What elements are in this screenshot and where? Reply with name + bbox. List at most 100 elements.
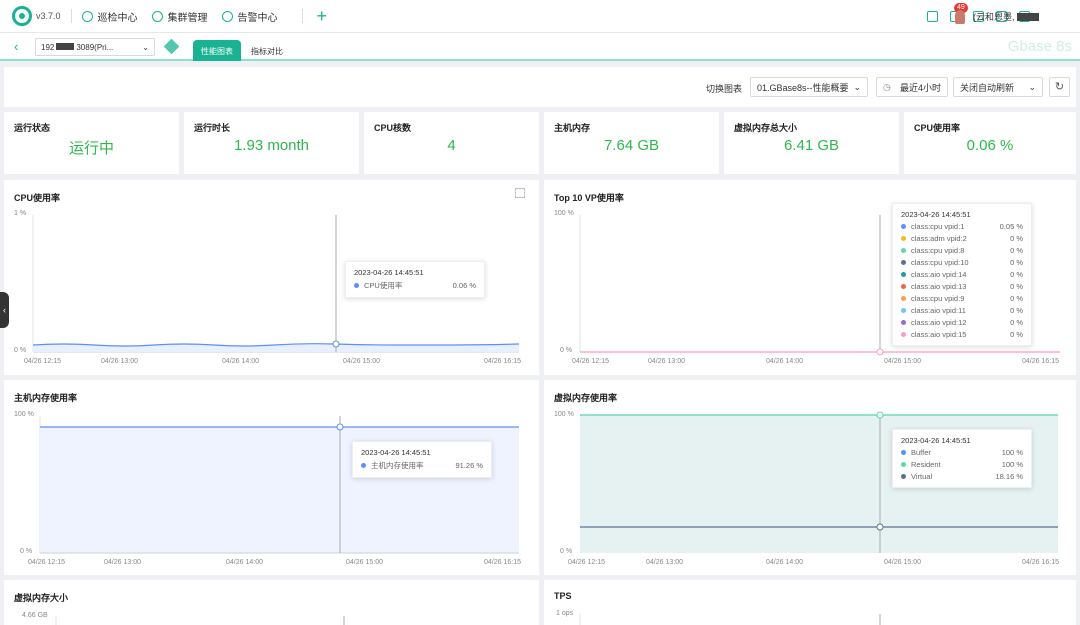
time-range-value: 最近4小时 (899, 82, 941, 93)
panel-host-memory-usage: 主机内存使用率 100 % 0 % 04/26 12:15 04/26 13:0… (4, 380, 539, 575)
x-tick: 04/26 12:15 (24, 358, 61, 365)
inspect-icon (81, 10, 93, 22)
back-arrow-icon[interactable]: ‹ (14, 39, 18, 54)
panel-virtual-memory-usage: 虚拟内存使用率 100 % 0 % 04/26 12:15 04/26 13:0… (544, 380, 1076, 575)
tooltip-row: class:adm vpid:2 0 % (901, 234, 1023, 243)
clock-icon: ◷ (883, 81, 891, 92)
virtual-memory-size-chart[interactable] (4, 580, 539, 625)
panel-top10-vp: Top 10 VP使用率 100 % 0 % 04/26 12:15 04/26… (544, 180, 1076, 375)
tooltip-row: CPU使用率 0.06 % (354, 280, 476, 291)
tooltip-series: Virtual (911, 472, 933, 481)
card-cpu-usage: CPU使用率 0.06 % (904, 112, 1076, 174)
nav-cluster-management[interactable]: 集群管理 (151, 9, 208, 24)
instance-select-value: 192 3089(Pri... (41, 42, 114, 52)
tooltip-series: Buffer (911, 448, 931, 457)
redacted-block (1016, 12, 1039, 21)
nav-label: 巡检中心 (97, 12, 138, 24)
document-icon[interactable] (927, 11, 938, 22)
tooltip-time: 2023-04-26 14:45:51 (361, 448, 431, 457)
chart-tooltip: 2023-04-26 14:45:51 Buffer 100 % Resident 1… (892, 429, 1032, 488)
x-tick: 04/26 15:00 (884, 559, 921, 566)
tooltip-series: class:aio vpid:13 (911, 282, 967, 291)
nav-alarm-center[interactable]: 告警中心 (221, 9, 278, 24)
card-cpu-cores: CPU核数 4 (364, 112, 539, 174)
series-dot (354, 283, 359, 288)
avatar (955, 9, 965, 24)
collapse-sidebar-icon[interactable]: ‹ (0, 292, 9, 328)
tooltip-value: 0 % (1010, 306, 1023, 315)
tooltip-time: 2023-04-26 14:45:51 (354, 268, 424, 277)
x-tick: 04/26 12:15 (28, 559, 65, 566)
x-tick: 04/26 16:15 (484, 358, 521, 365)
tooltip-series: class:aio vpid:11 (911, 306, 966, 315)
nav-inspection-center[interactable]: 巡检中心 (81, 9, 138, 24)
refresh-icon[interactable]: ↻ (1049, 77, 1070, 97)
x-tick: 04/26 13:00 (101, 358, 138, 365)
instance-bar: ‹ 192 3089(Pri... ⌄ 性能图表 指标对比 Gbase 8s (0, 33, 1080, 61)
x-tick: 04/26 16:15 (1022, 559, 1059, 566)
tps-chart[interactable] (544, 580, 1076, 625)
series-dot (901, 284, 906, 289)
chevron-down-icon: ⌄ (853, 81, 861, 92)
tooltip-value: 91.26 % (455, 461, 483, 470)
tooltip-series: class:cpu vpid:8 (911, 246, 965, 255)
nav-label: 集群管理 (167, 12, 208, 24)
series-dot (901, 462, 906, 467)
tab-metric-compare[interactable]: 指标对比 (243, 40, 291, 61)
divider (70, 9, 72, 23)
series-dot (901, 450, 906, 455)
tooltip-value: 0.05 % (999, 222, 1023, 231)
tooltip-value: 100 % (1001, 460, 1023, 469)
chart-toolbar: 切换图表 01.GBase8s--性能概要 ⌄ ◷ 最近4小时 关闭自动刷新 ⌄… (4, 67, 1076, 107)
card-host-memory: 主机内存 7.64 GB (544, 112, 719, 174)
tooltip-row: class:cpu vpid:1 0.05 % (901, 222, 1023, 231)
series-dot (901, 236, 906, 241)
time-range-button[interactable]: ◷ 最近4小时 (876, 77, 948, 97)
nav-label: 告警中心 (237, 12, 278, 24)
tooltip-series: class:adm vpid:2 (911, 234, 967, 243)
series-dot (901, 332, 906, 337)
app-logo[interactable]: v3.7.0 (12, 6, 61, 26)
tooltip-value: 0 % (1010, 246, 1023, 255)
tab-performance-charts[interactable]: 性能图表 (193, 40, 241, 61)
tooltip-value: 0.06 % (452, 281, 476, 290)
x-tick: 04/26 14:00 (766, 559, 803, 566)
series-dot (901, 260, 906, 265)
card-value: 0.06 % (966, 137, 1014, 154)
chevron-down-icon: ⌄ (142, 42, 149, 52)
tooltip-row: Virtual 18.16 % (901, 472, 1023, 481)
x-tick: 04/26 14:00 (222, 358, 259, 365)
card-value: 6.41 GB (783, 137, 840, 154)
tooltip-row: class:cpu vpid:9 0 % (901, 294, 1023, 303)
tooltip-value: 0 % (1010, 270, 1023, 279)
card-label: 运行时长 (194, 123, 231, 133)
topology-icon[interactable] (163, 38, 180, 55)
series-dot (901, 248, 906, 253)
tooltip-series: class:aio vpid:14 (911, 270, 967, 279)
x-tick: 04/26 14:00 (766, 358, 803, 365)
tooltip-value: 0 % (1010, 330, 1023, 339)
x-tick: 04/26 16:15 (1022, 358, 1059, 365)
add-icon[interactable]: + (317, 7, 328, 25)
user-menu[interactable]: (云和恩墨, (955, 0, 1039, 33)
tooltip-value: 0 % (1010, 294, 1023, 303)
card-value: 运行中 (68, 140, 114, 157)
chart-select[interactable]: 01.GBase8s--性能概要 ⌄ (750, 77, 868, 97)
series-dot (901, 272, 906, 277)
instance-select[interactable]: 192 3089(Pri... ⌄ (35, 38, 155, 56)
auto-refresh-select[interactable]: 关闭自动刷新 ⌄ (953, 77, 1043, 97)
logo-ring-icon (12, 6, 32, 26)
tooltip-time: 2023-04-26 14:45:51 (901, 436, 971, 445)
divider (301, 9, 303, 23)
tooltip-row: class:cpu vpid:8 0 % (901, 246, 1023, 255)
series-dot (901, 474, 906, 479)
x-tick: 04/26 15:00 (343, 358, 380, 365)
cluster-icon (151, 10, 163, 22)
tooltip-row: 主机内存使用率 91.26 % (361, 460, 483, 471)
app-version: v3.7.0 (36, 11, 61, 21)
x-tick: 04/26 15:00 (884, 358, 921, 365)
tooltip-row: class:aio vpid:15 0 % (901, 330, 1023, 339)
x-tick: 04/26 16:15 (484, 559, 521, 566)
tooltip-time: 2023-04-26 14:45:51 (901, 210, 971, 219)
card-label: 主机内存 (554, 123, 591, 133)
